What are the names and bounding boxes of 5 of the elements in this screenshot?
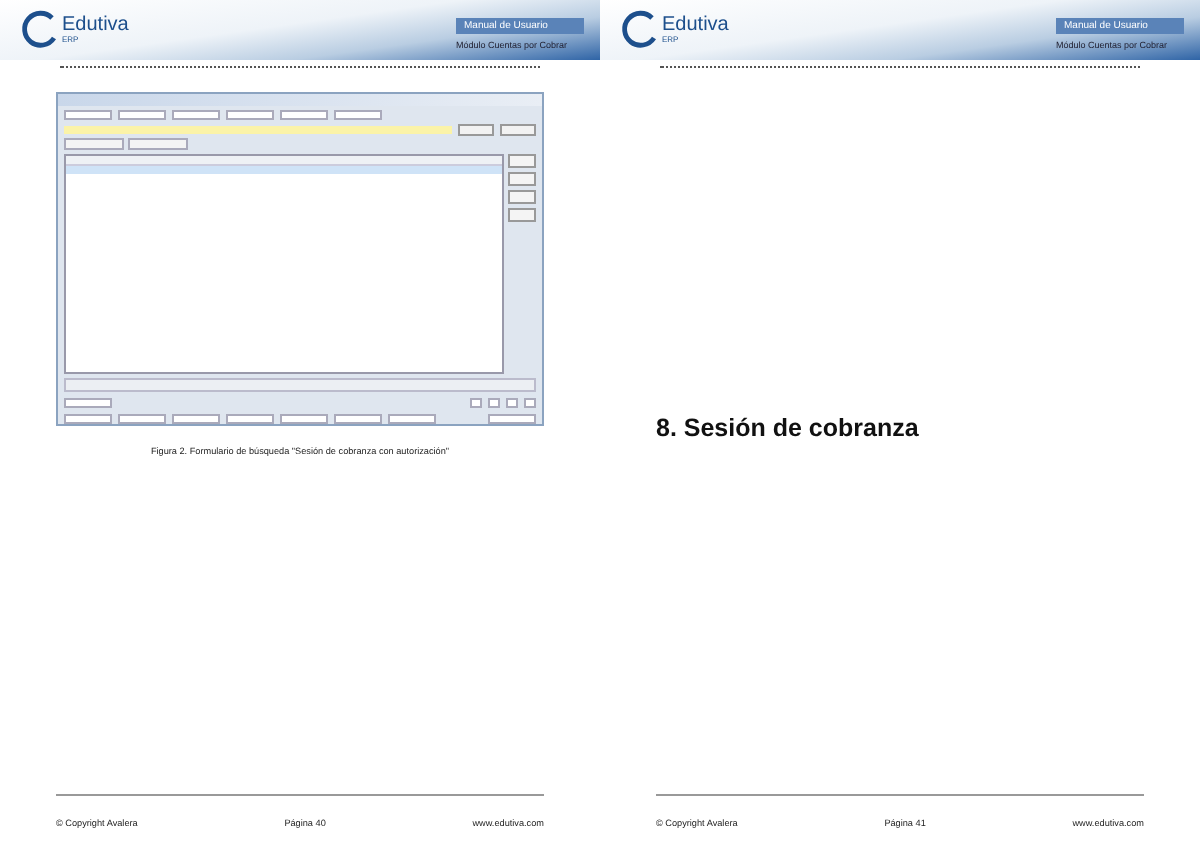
logo-name: Edutiva bbox=[62, 16, 129, 36]
logo-ring-icon bbox=[620, 10, 660, 50]
section-heading: 8. Sesión de cobranza bbox=[656, 414, 919, 442]
logo-name: Edutiva bbox=[662, 16, 729, 36]
logo-ring-icon bbox=[20, 10, 60, 50]
